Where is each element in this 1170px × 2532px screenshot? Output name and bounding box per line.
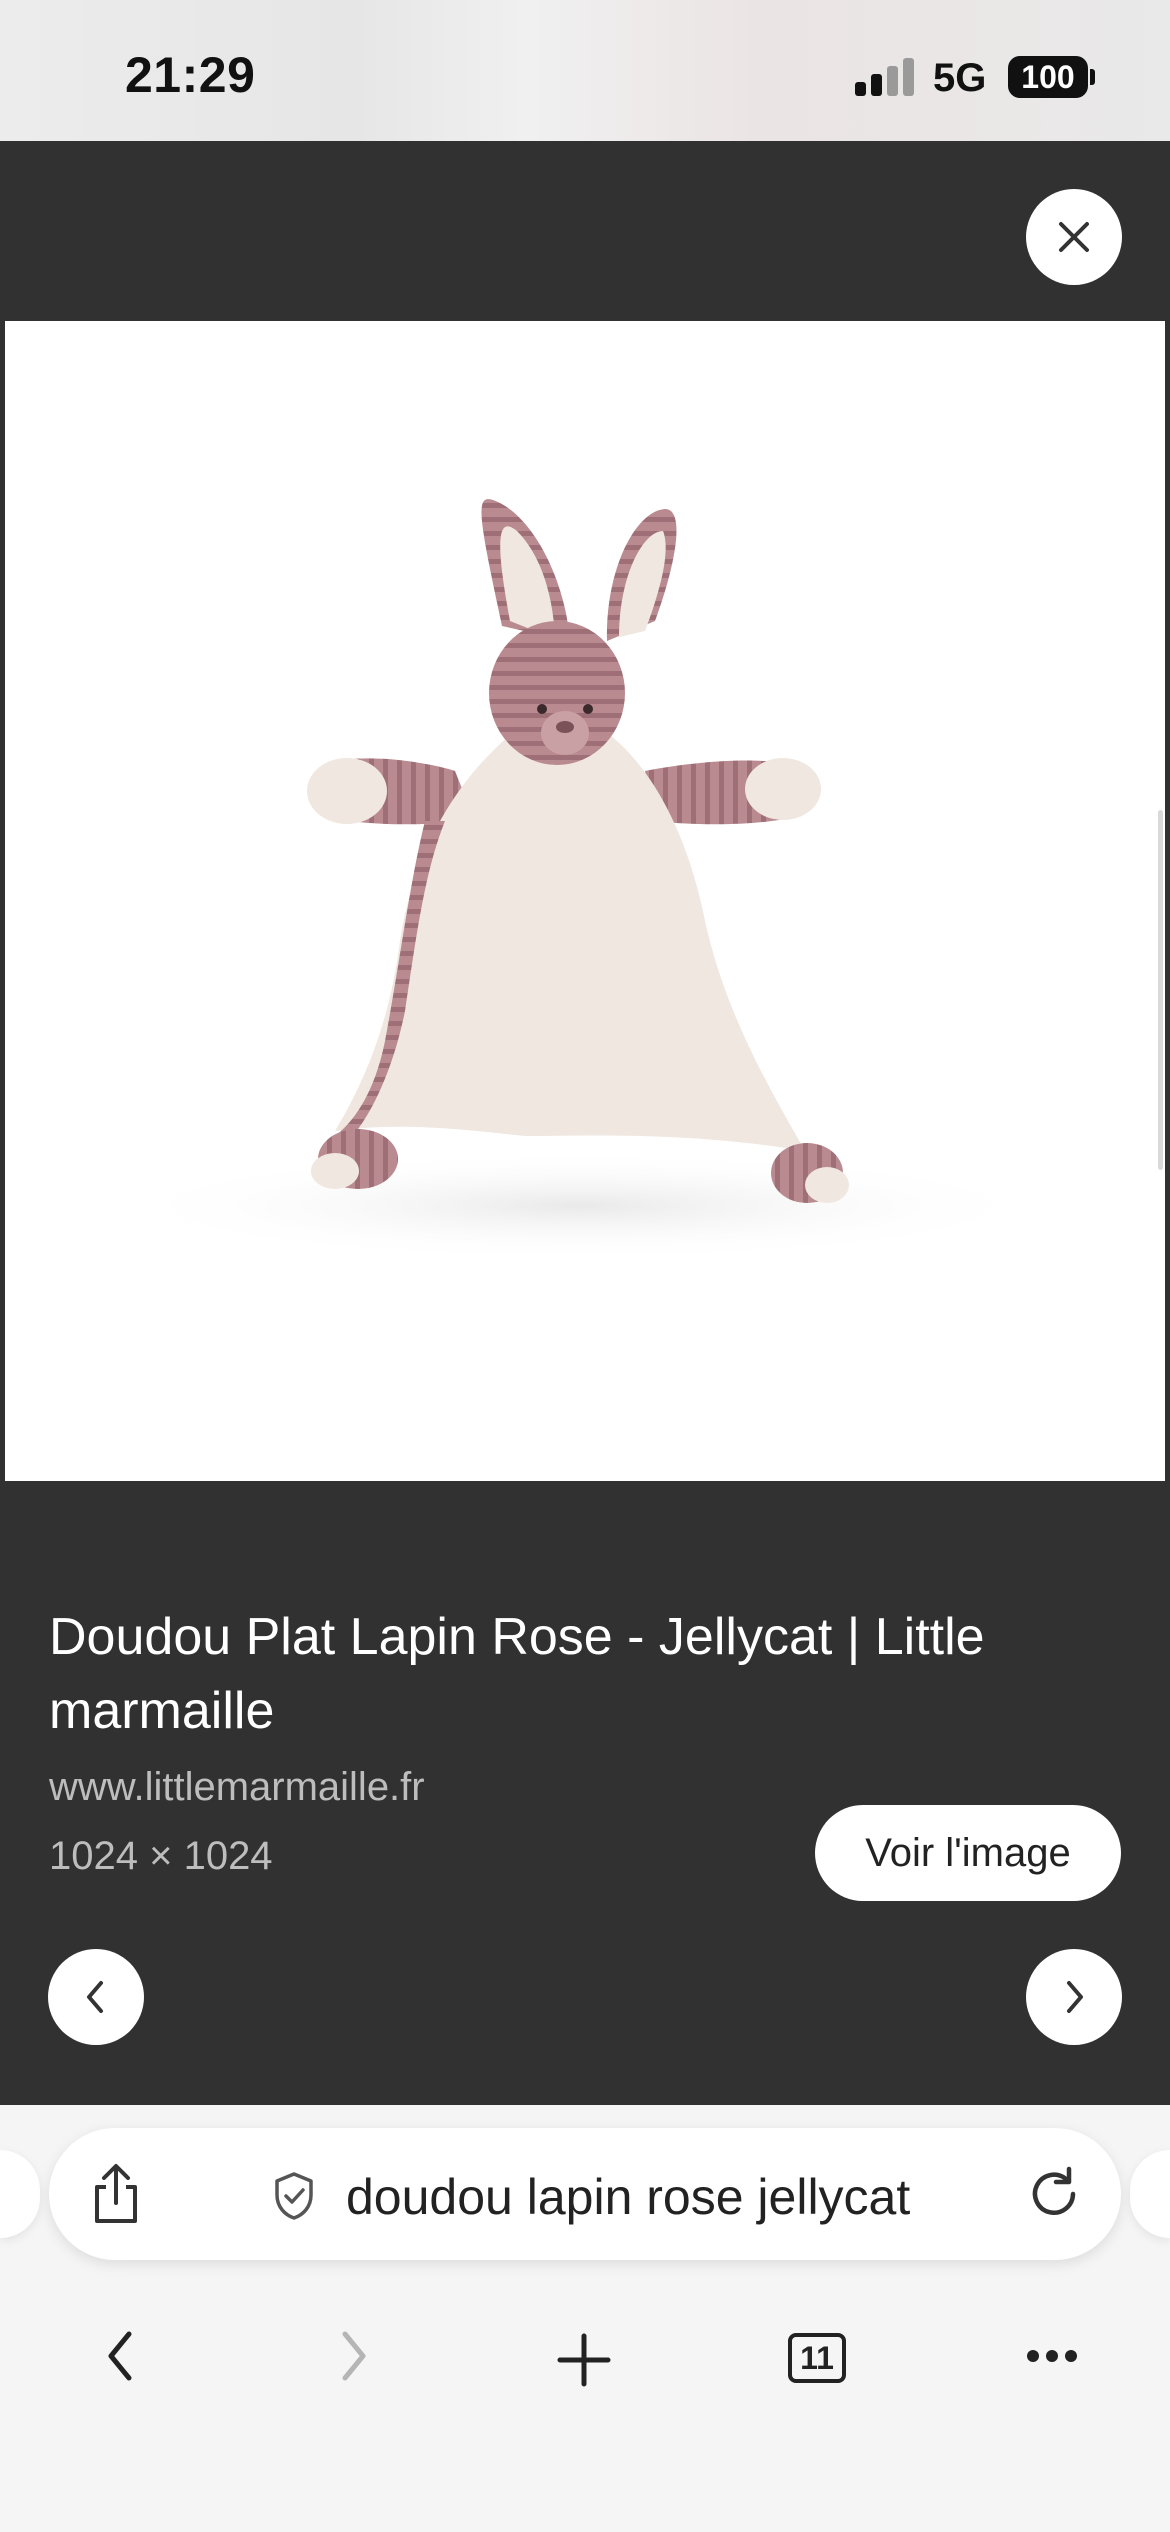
tabs-icon: 11 bbox=[788, 2333, 846, 2383]
status-bar: 21:29 5G 100 bbox=[0, 0, 1170, 141]
share-icon bbox=[95, 2164, 137, 2223]
home-indicator-area bbox=[0, 2522, 1170, 2532]
share-button[interactable] bbox=[84, 2160, 148, 2228]
cellular-signal-icon bbox=[855, 58, 915, 96]
chevron-left-icon bbox=[87, 1981, 103, 2013]
plush-bunny-illustration bbox=[110, 499, 1050, 1261]
tabs-button[interactable]: 11 bbox=[786, 2330, 848, 2386]
forward-button[interactable] bbox=[330, 2322, 378, 2390]
network-type: 5G bbox=[933, 56, 987, 100]
reload-icon bbox=[1032, 2166, 1076, 2215]
image-source-domain[interactable]: www.littlemarmaille.fr bbox=[49, 1765, 425, 1810]
shield-check-icon bbox=[275, 2172, 313, 2220]
tab-count: 11 bbox=[800, 2339, 834, 2376]
close-icon bbox=[1059, 222, 1089, 252]
scroll-indicator bbox=[1158, 810, 1163, 1170]
previous-image-button[interactable] bbox=[48, 1949, 144, 2045]
search-query-text[interactable]: doudou lapin rose jellycat bbox=[346, 2168, 910, 2226]
more-options-button[interactable] bbox=[1022, 2336, 1082, 2376]
status-time: 21:29 bbox=[125, 47, 256, 103]
image-title[interactable]: Doudou Plat Lapin Rose - Jellycat | Litt… bbox=[49, 1600, 1109, 1748]
forward-icon bbox=[342, 2331, 366, 2381]
new-tab-button[interactable] bbox=[552, 2328, 616, 2392]
back-icon bbox=[108, 2331, 132, 2381]
close-button[interactable] bbox=[1026, 189, 1122, 285]
new-tab-icon bbox=[557, 2333, 611, 2387]
next-image-button[interactable] bbox=[1026, 1949, 1122, 2045]
image-dimensions: 1024 × 1024 bbox=[49, 1834, 273, 1878]
more-icon bbox=[1027, 2350, 1077, 2362]
preview-image[interactable] bbox=[5, 321, 1165, 1481]
battery-icon: 100 bbox=[1008, 56, 1088, 98]
battery-nub bbox=[1090, 69, 1095, 85]
view-image-button[interactable]: Voir l'image bbox=[815, 1805, 1121, 1901]
reload-button[interactable] bbox=[1022, 2162, 1086, 2226]
secure-connection-indicator[interactable] bbox=[268, 2168, 320, 2224]
back-button[interactable] bbox=[96, 2322, 144, 2390]
chevron-right-icon bbox=[1067, 1981, 1083, 2013]
battery-level: 100 bbox=[1021, 58, 1075, 95]
